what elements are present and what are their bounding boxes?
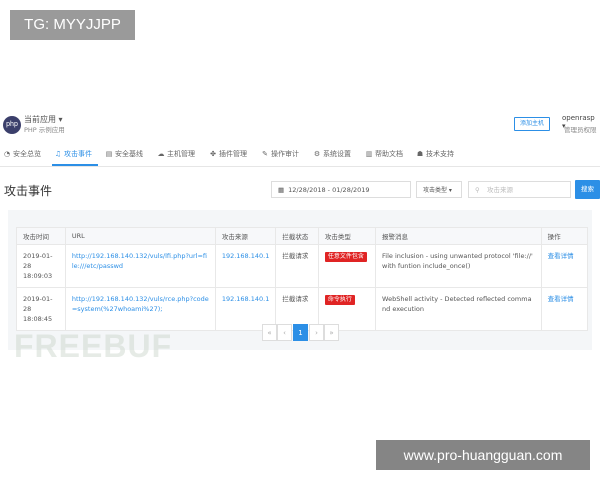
support-icon: ☗ (416, 150, 424, 158)
watermark-top: TG: MYYJJPP (10, 10, 135, 40)
pagination-first-button[interactable]: « (262, 324, 277, 341)
header-action: 操作 (540, 227, 589, 245)
attack-events-table: 攻击时间 URL 攻击来源 拦截状态 攻击类型 报警消息 操作 2019-01-… (16, 227, 589, 331)
plugin-icon: ✤ (210, 150, 216, 158)
cell-url-link[interactable]: http://192.168.140.132/vuls/lfi.php?url=… (64, 244, 216, 288)
search-icon: ⚲ (475, 186, 480, 194)
app-subtitle: PHP 示例应用 (24, 126, 65, 134)
nav-item-attack-events[interactable]: ♫ 攻击事件 (54, 149, 92, 159)
pagination-page-1[interactable]: 1 (293, 324, 308, 341)
dashboard-icon: ◔ (3, 150, 11, 158)
attack-type-badge: 任意文件包含 (324, 252, 367, 262)
table-row: 2019-01-28 18:09:03 http://192.168.140.1… (16, 244, 589, 288)
date-range-picker[interactable]: ▦ 12/28/2018 - 01/28/2019 (271, 181, 411, 198)
cell-type: 任意文件包含 (317, 244, 377, 288)
nav-item-baseline[interactable]: ▤ 安全基线 (105, 149, 143, 159)
bell-icon: ♫ (54, 150, 62, 158)
calendar-icon: ▦ (278, 186, 285, 194)
nav-item-overview[interactable]: ◔ 安全总览 (3, 149, 41, 159)
view-details-link[interactable]: 查看详情 (540, 287, 589, 331)
attack-source-search-input[interactable]: ⚲ 攻击来源 (468, 181, 571, 198)
header-message: 报警消息 (375, 227, 542, 245)
cell-time: 2019-01-28 18:08:45 (16, 287, 66, 331)
header-type: 攻击类型 (317, 227, 377, 245)
user-role: 管理员权限 (564, 126, 597, 134)
nav-item-hosts[interactable]: ☁ 主机管理 (157, 149, 196, 159)
header-url: URL (64, 227, 216, 245)
nav-item-support[interactable]: ☗ 技术支持 (416, 149, 454, 159)
header-status: 拦截状态 (275, 227, 319, 245)
cell-time: 2019-01-28 18:09:03 (16, 244, 66, 288)
add-host-button[interactable]: 添加主机 (514, 117, 550, 131)
cell-message: File inclusion - using unwanted protocol… (375, 244, 542, 288)
cell-status: 拦截请求 (275, 244, 319, 288)
nav-item-audit[interactable]: ✎ 操作审计 (261, 149, 299, 159)
watermark-bottom: www.pro-huangguan.com (376, 440, 590, 470)
freebuf-watermark: FREEBUF (14, 328, 173, 364)
cell-url-link[interactable]: http://192.168.140.132/vuls/rce.php?code… (64, 287, 216, 331)
page-title: 攻击事件 (4, 184, 53, 198)
php-logo: php (3, 116, 21, 134)
attack-type-dropdown[interactable]: 攻击类型 ▾ (416, 181, 462, 198)
active-tab-indicator (52, 164, 98, 166)
attack-type-badge: 命令执行 (324, 295, 355, 305)
header-source: 攻击来源 (214, 227, 277, 245)
view-details-link[interactable]: 查看详情 (540, 244, 589, 288)
pagination-next-button[interactable]: › (309, 324, 324, 341)
cloud-icon: ☁ (157, 150, 165, 158)
search-button[interactable]: 搜索 (575, 180, 600, 199)
audit-icon: ✎ (262, 150, 268, 158)
baseline-icon: ▤ (105, 150, 113, 158)
nav-item-docs[interactable]: ▥ 帮助文档 (365, 149, 403, 159)
cell-source-link[interactable]: 192.168.140.1 (214, 244, 277, 288)
nav-item-settings[interactable]: ⚙ 系统设置 (313, 149, 351, 159)
cell-message: WebShell activity - Detected reflected c… (375, 287, 542, 331)
nav-item-plugins[interactable]: ✤ 插件管理 (209, 149, 247, 159)
gear-icon: ⚙ (313, 150, 321, 158)
book-icon: ▥ (365, 150, 373, 158)
pagination-last-button[interactable]: » (324, 324, 339, 341)
pagination-prev-button[interactable]: ‹ (277, 324, 292, 341)
header-time: 攻击时间 (16, 227, 66, 245)
